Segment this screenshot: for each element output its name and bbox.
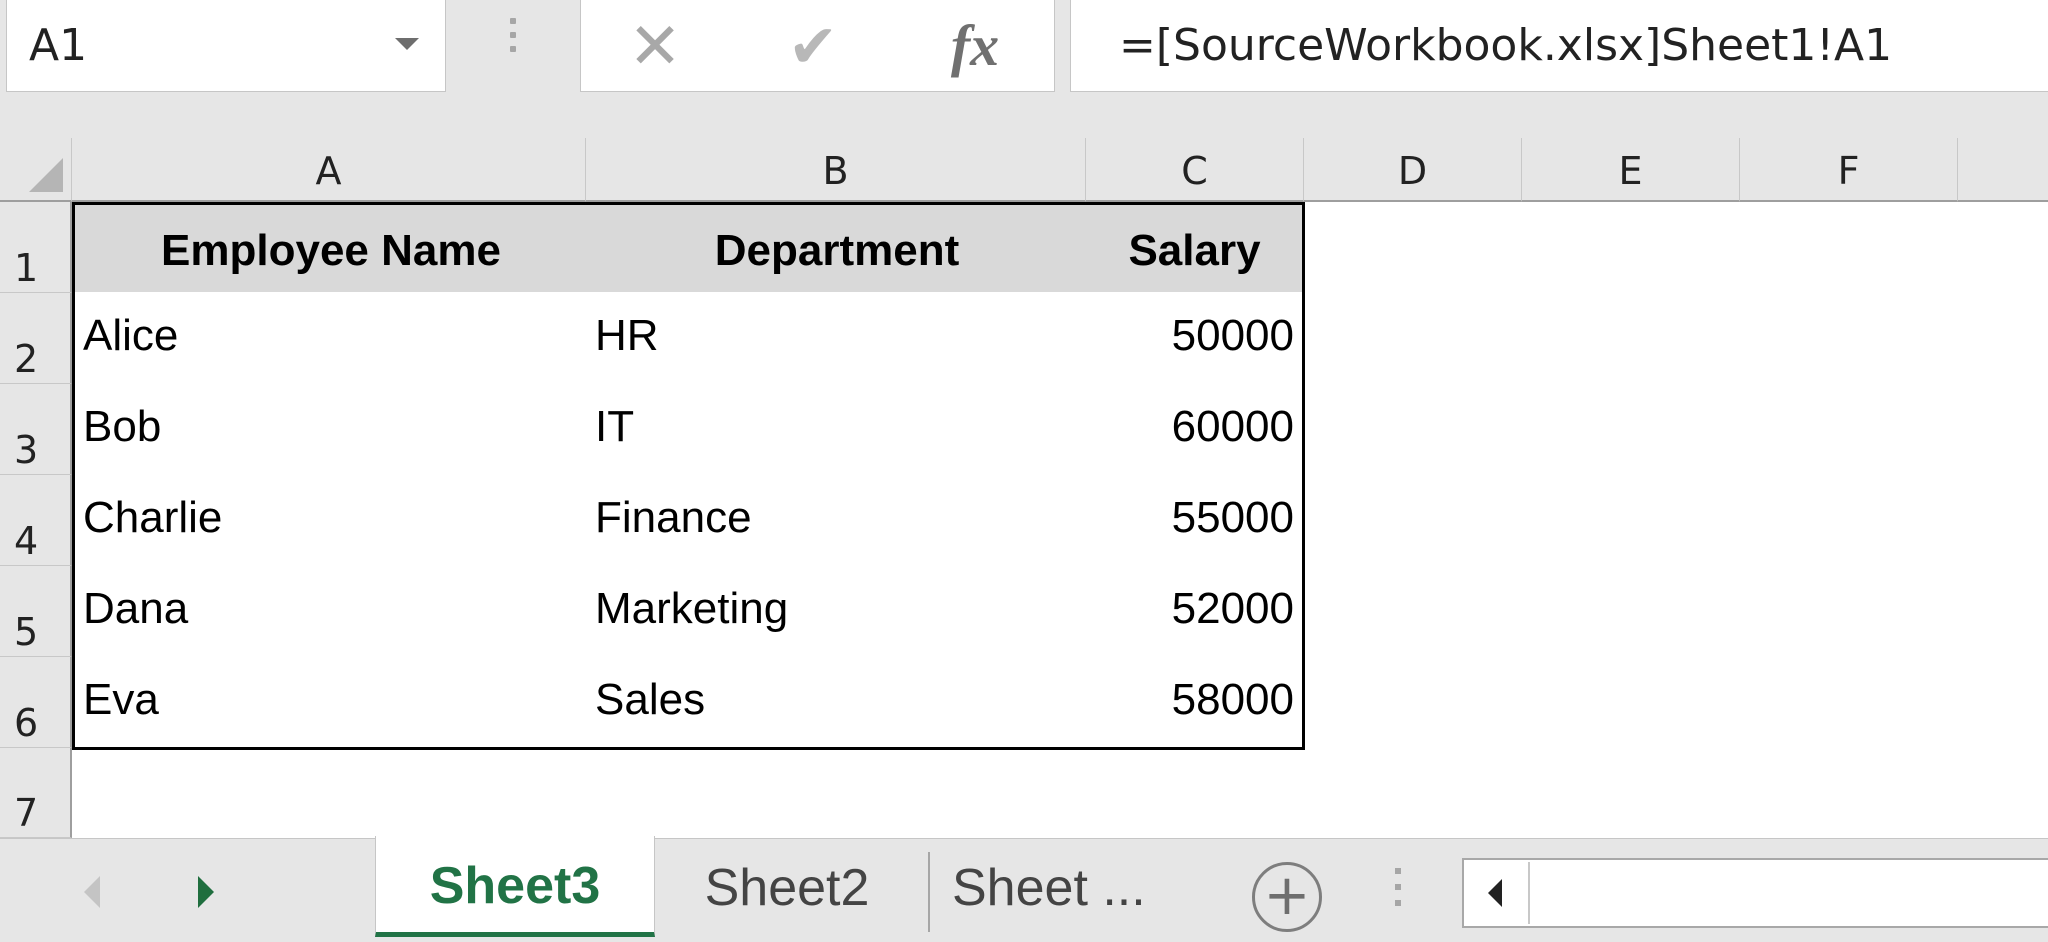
table-cell[interactable]: Marketing xyxy=(587,565,1090,659)
row-header-3[interactable]: 3 xyxy=(0,384,72,475)
table-cell[interactable]: 50000 xyxy=(1087,292,1305,386)
horizontal-scrollbar[interactable] xyxy=(1462,858,2048,928)
table-cell[interactable]: Dana xyxy=(72,565,590,659)
row-header-2[interactable]: 2 xyxy=(0,293,72,384)
scroll-tabs-left-icon[interactable] xyxy=(84,876,100,908)
column-header-c[interactable]: C xyxy=(1086,138,1304,202)
table-cell[interactable]: Charlie xyxy=(72,474,590,568)
scroll-left-icon xyxy=(1488,879,1502,907)
row-header-5[interactable]: 5 xyxy=(0,566,72,657)
table-cell[interactable]: Bob xyxy=(72,383,590,477)
table-cell[interactable]: Sales xyxy=(587,656,1090,750)
table-cell[interactable]: HR xyxy=(587,292,1090,386)
name-box-value: A1 xyxy=(29,20,88,71)
sheet-tab[interactable]: Sheet ... xyxy=(952,842,1210,934)
header-cell-salary[interactable]: Salary xyxy=(1087,202,1305,295)
column-header-b[interactable]: B xyxy=(586,138,1086,202)
row-header-1[interactable]: 1 xyxy=(0,202,72,293)
enter-icon[interactable]: ✔ xyxy=(778,12,848,82)
name-box-dropdown-icon[interactable] xyxy=(395,38,419,50)
column-header-f[interactable]: F xyxy=(1740,138,1958,202)
add-sheet-icon[interactable]: + xyxy=(1252,862,1322,932)
tab-divider xyxy=(928,852,930,932)
insert-function-icon[interactable]: fx xyxy=(935,8,1015,84)
table-cell[interactable]: Alice xyxy=(72,292,590,386)
row-header-6[interactable]: 6 xyxy=(0,657,72,748)
select-all-button[interactable] xyxy=(0,138,72,202)
sheet-tab-active[interactable]: Sheet3 xyxy=(375,836,655,937)
table-cell[interactable]: 52000 xyxy=(1087,565,1305,659)
tab-splitter-grip-icon[interactable] xyxy=(1392,868,1404,922)
table-cell[interactable]: 58000 xyxy=(1087,656,1305,750)
table-cell[interactable]: Eva xyxy=(72,656,590,750)
scroll-tabs-right-icon[interactable] xyxy=(198,876,214,908)
name-box[interactable]: A1 xyxy=(6,0,446,92)
formula-input[interactable]: =[SourceWorkbook.xlsx]Sheet1!A1 xyxy=(1070,0,2048,92)
column-header-g[interactable] xyxy=(1958,138,2048,202)
row-header-4[interactable]: 4 xyxy=(0,475,72,566)
table-cell[interactable]: Finance xyxy=(587,474,1090,568)
column-header-a[interactable]: A xyxy=(72,138,586,202)
table-cell[interactable]: 55000 xyxy=(1087,474,1305,568)
column-header-e[interactable]: E xyxy=(1522,138,1740,202)
sheet-tab[interactable]: Sheet2 xyxy=(672,842,902,934)
select-all-icon xyxy=(29,158,63,192)
table-cell[interactable]: 60000 xyxy=(1087,383,1305,477)
table-cell[interactable]: IT xyxy=(587,383,1090,477)
column-header-d[interactable]: D xyxy=(1304,138,1522,202)
formula-text: =[SourceWorkbook.xlsx]Sheet1!A1 xyxy=(1119,20,1893,71)
scroll-left-button[interactable] xyxy=(1466,862,1530,924)
cancel-icon[interactable]: ✕ xyxy=(620,12,690,82)
row-header-7[interactable]: 7 xyxy=(0,748,72,838)
header-cell-department[interactable]: Department xyxy=(587,202,1090,295)
formula-bar-grip-icon[interactable] xyxy=(505,18,521,68)
header-cell-employee-name[interactable]: Employee Name xyxy=(72,202,590,295)
